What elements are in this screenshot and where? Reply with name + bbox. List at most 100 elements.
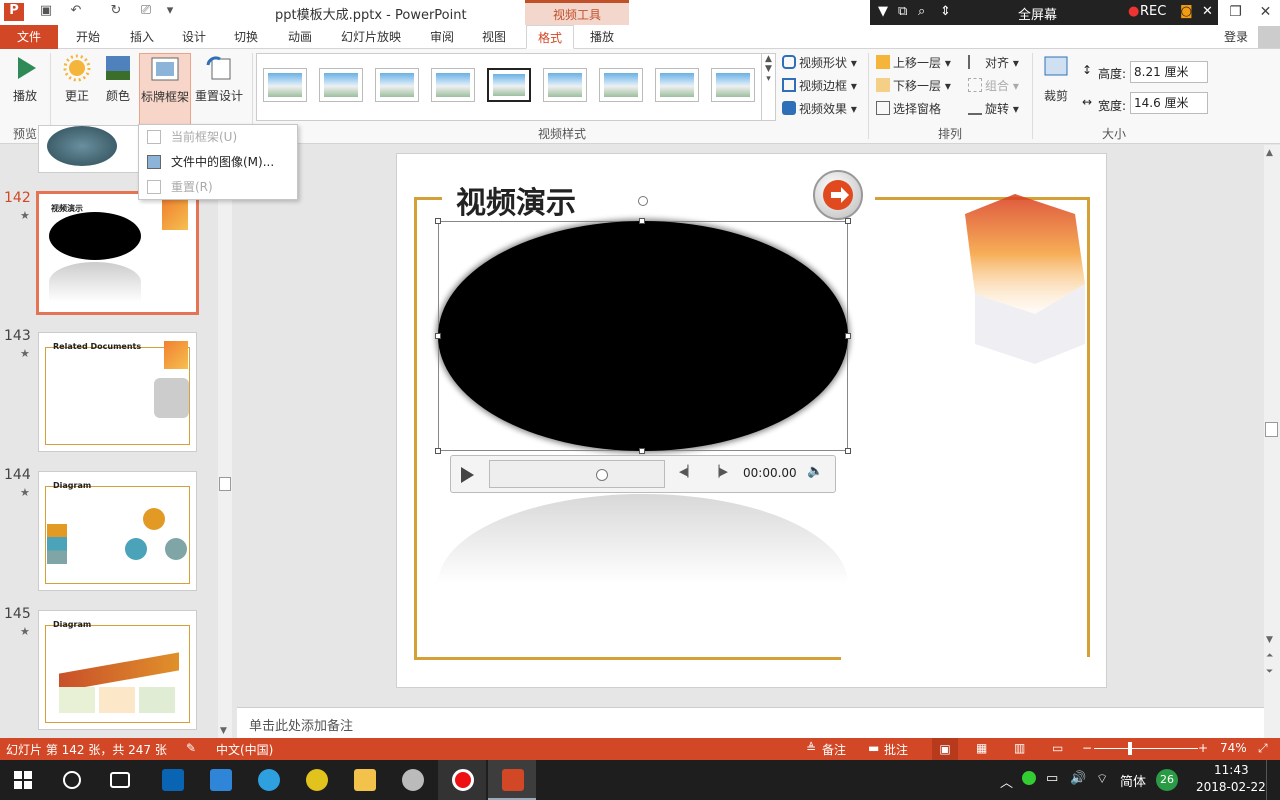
- tab-format[interactable]: 格式: [526, 25, 574, 49]
- clock-time[interactable]: 11:43: [1214, 763, 1249, 777]
- next-slide-icon[interactable]: ⏷: [1266, 667, 1273, 677]
- thumbnails-scrollbar[interactable]: ▼: [218, 145, 232, 738]
- video-style-thumb[interactable]: [263, 68, 307, 102]
- seek-bar[interactable]: [489, 460, 665, 488]
- taskbar-app-recorder[interactable]: [438, 760, 486, 800]
- close-window-button[interactable]: ✕: [1250, 0, 1280, 25]
- scroll-thumb[interactable]: [219, 477, 231, 491]
- seek-thumb[interactable]: [596, 469, 608, 481]
- tab-slideshow[interactable]: 幻灯片放映: [334, 25, 408, 49]
- resize-handle[interactable]: [845, 218, 851, 224]
- tab-design[interactable]: 设计: [170, 25, 218, 49]
- video-shape-button[interactable]: 视频形状 ▾: [782, 53, 857, 73]
- customize-qat-icon[interactable]: ▾: [160, 3, 180, 21]
- video-style-thumb[interactable]: [655, 68, 699, 102]
- slideshow-icon[interactable]: ▭: [1052, 741, 1063, 755]
- spellcheck-icon[interactable]: ✎: [186, 741, 196, 755]
- slide-thumbnail[interactable]: Related Documents: [38, 332, 197, 452]
- step-back-icon[interactable]: ◀▏: [679, 465, 696, 478]
- battery-icon[interactable]: ▭: [1046, 771, 1058, 786]
- ime-indicator[interactable]: 简体: [1120, 771, 1146, 790]
- menu-item-image-from-file[interactable]: 文件中的图像(M)...: [147, 151, 274, 173]
- slide-thumbnail[interactable]: Diagram: [38, 471, 197, 591]
- zoom-in-icon[interactable]: +: [1198, 741, 1208, 755]
- play-button[interactable]: 播放: [6, 53, 44, 104]
- reset-design-button[interactable]: 重置设计: [194, 53, 244, 104]
- tab-home[interactable]: 开始: [64, 25, 112, 49]
- tab-insert[interactable]: 插入: [118, 25, 166, 49]
- cortana-button[interactable]: [48, 760, 96, 800]
- slide-title[interactable]: 视频演示: [456, 178, 576, 222]
- notes-placeholder[interactable]: 单击此处添加备注: [249, 715, 353, 734]
- undo-icon[interactable]: ↶: [66, 3, 86, 21]
- notes-button[interactable]: 备注: [822, 741, 846, 758]
- search-icon[interactable]: ⌕: [918, 4, 925, 19]
- tab-file[interactable]: 文件: [0, 25, 58, 49]
- slide-thumbnail[interactable]: Diagram: [38, 610, 197, 730]
- tab-transitions[interactable]: 切换: [222, 25, 270, 49]
- powerpoint-icon[interactable]: P: [4, 3, 24, 21]
- show-desktop-button[interactable]: [1266, 760, 1280, 800]
- close-recorder-icon[interactable]: ✕: [1202, 4, 1213, 19]
- menu-item-reset[interactable]: 重置(R): [147, 176, 213, 198]
- poster-frame-button[interactable]: 标牌框架: [139, 53, 191, 125]
- resize-handle[interactable]: [435, 448, 441, 454]
- crop-button[interactable]: 裁剪: [1040, 53, 1072, 104]
- taskbar-app-outlook[interactable]: [148, 760, 196, 800]
- zoom-out-icon[interactable]: −: [1082, 741, 1092, 755]
- restore-icon[interactable]: ⧉: [898, 4, 907, 19]
- restore-window-button[interactable]: ❐: [1220, 0, 1251, 25]
- scroll-thumb[interactable]: [1265, 422, 1278, 437]
- video-style-thumb[interactable]: [543, 68, 587, 102]
- normal-view-icon[interactable]: ▣: [932, 738, 958, 760]
- volume-icon[interactable]: 🔈: [807, 464, 823, 479]
- fit-slide-icon[interactable]: ⤢: [1258, 741, 1268, 756]
- video-effects-button[interactable]: 视频效果 ▾: [782, 99, 857, 119]
- height-input[interactable]: 8.21 厘米: [1130, 61, 1208, 83]
- start-button[interactable]: [0, 760, 48, 800]
- taskbar-app-explorer[interactable]: [340, 760, 388, 800]
- tab-animations[interactable]: 动画: [276, 25, 324, 49]
- taskbar-app-powerpoint[interactable]: [488, 760, 536, 800]
- notification-badge[interactable]: 26: [1156, 769, 1178, 791]
- group-button[interactable]: 组合 ▾: [968, 76, 1019, 96]
- network-icon[interactable]: ⌔: [1096, 771, 1108, 787]
- play-icon[interactable]: [459, 466, 475, 484]
- tab-view[interactable]: 视图: [470, 25, 518, 49]
- scroll-down-icon[interactable]: ▼: [220, 726, 227, 736]
- taskbar-app-browser[interactable]: [244, 760, 292, 800]
- camera-icon[interactable]: ◙: [1180, 4, 1193, 19]
- step-forward-icon[interactable]: ▕▶: [711, 465, 728, 478]
- taskbar-app-media[interactable]: [292, 760, 340, 800]
- redo-icon[interactable]: ↻: [106, 3, 126, 21]
- slide-canvas[interactable]: 视频演示 ◀▏ ▕▶ 00:00.00 🔈: [396, 153, 1107, 688]
- task-view-button[interactable]: [96, 760, 144, 800]
- rotate-button[interactable]: 旋转 ▾: [968, 99, 1019, 119]
- zoom-slider[interactable]: [1094, 748, 1198, 749]
- video-player[interactable]: [438, 221, 848, 451]
- notes-pane[interactable]: 单击此处添加备注: [237, 707, 1264, 738]
- video-style-thumb[interactable]: [487, 68, 531, 102]
- slide-scrollbar[interactable]: ▲ ▼ ⏶ ⏷: [1264, 145, 1280, 738]
- resize-handle[interactable]: [435, 218, 441, 224]
- language[interactable]: 中文(中国): [216, 741, 273, 758]
- resize-handle[interactable]: [435, 333, 441, 339]
- tray-app-icon[interactable]: [1022, 771, 1036, 785]
- video-border-button[interactable]: 视频边框 ▾: [782, 76, 857, 96]
- align-button[interactable]: 对齐 ▾: [968, 53, 1019, 73]
- scroll-icon[interactable]: ⇕: [940, 4, 951, 19]
- correct-button[interactable]: 更正: [58, 53, 96, 104]
- menu-item-current-frame[interactable]: 当前框架(U): [147, 126, 237, 148]
- scroll-down-icon[interactable]: ▼: [1266, 635, 1273, 645]
- resize-handle[interactable]: [639, 448, 645, 454]
- selection-pane-button[interactable]: 选择窗格: [876, 99, 941, 119]
- clock-date[interactable]: 2018-02-22: [1196, 780, 1266, 794]
- save-icon[interactable]: ▣: [36, 3, 56, 21]
- rotate-handle-icon[interactable]: [638, 196, 648, 206]
- comments-button[interactable]: 批注: [884, 741, 908, 758]
- fullscreen-label[interactable]: 全屏幕: [1018, 4, 1057, 23]
- slide-thumbnail-selected[interactable]: 视频演示: [36, 191, 199, 315]
- video-style-thumb[interactable]: [319, 68, 363, 102]
- video-style-thumb[interactable]: [375, 68, 419, 102]
- video-style-thumb[interactable]: [711, 68, 755, 102]
